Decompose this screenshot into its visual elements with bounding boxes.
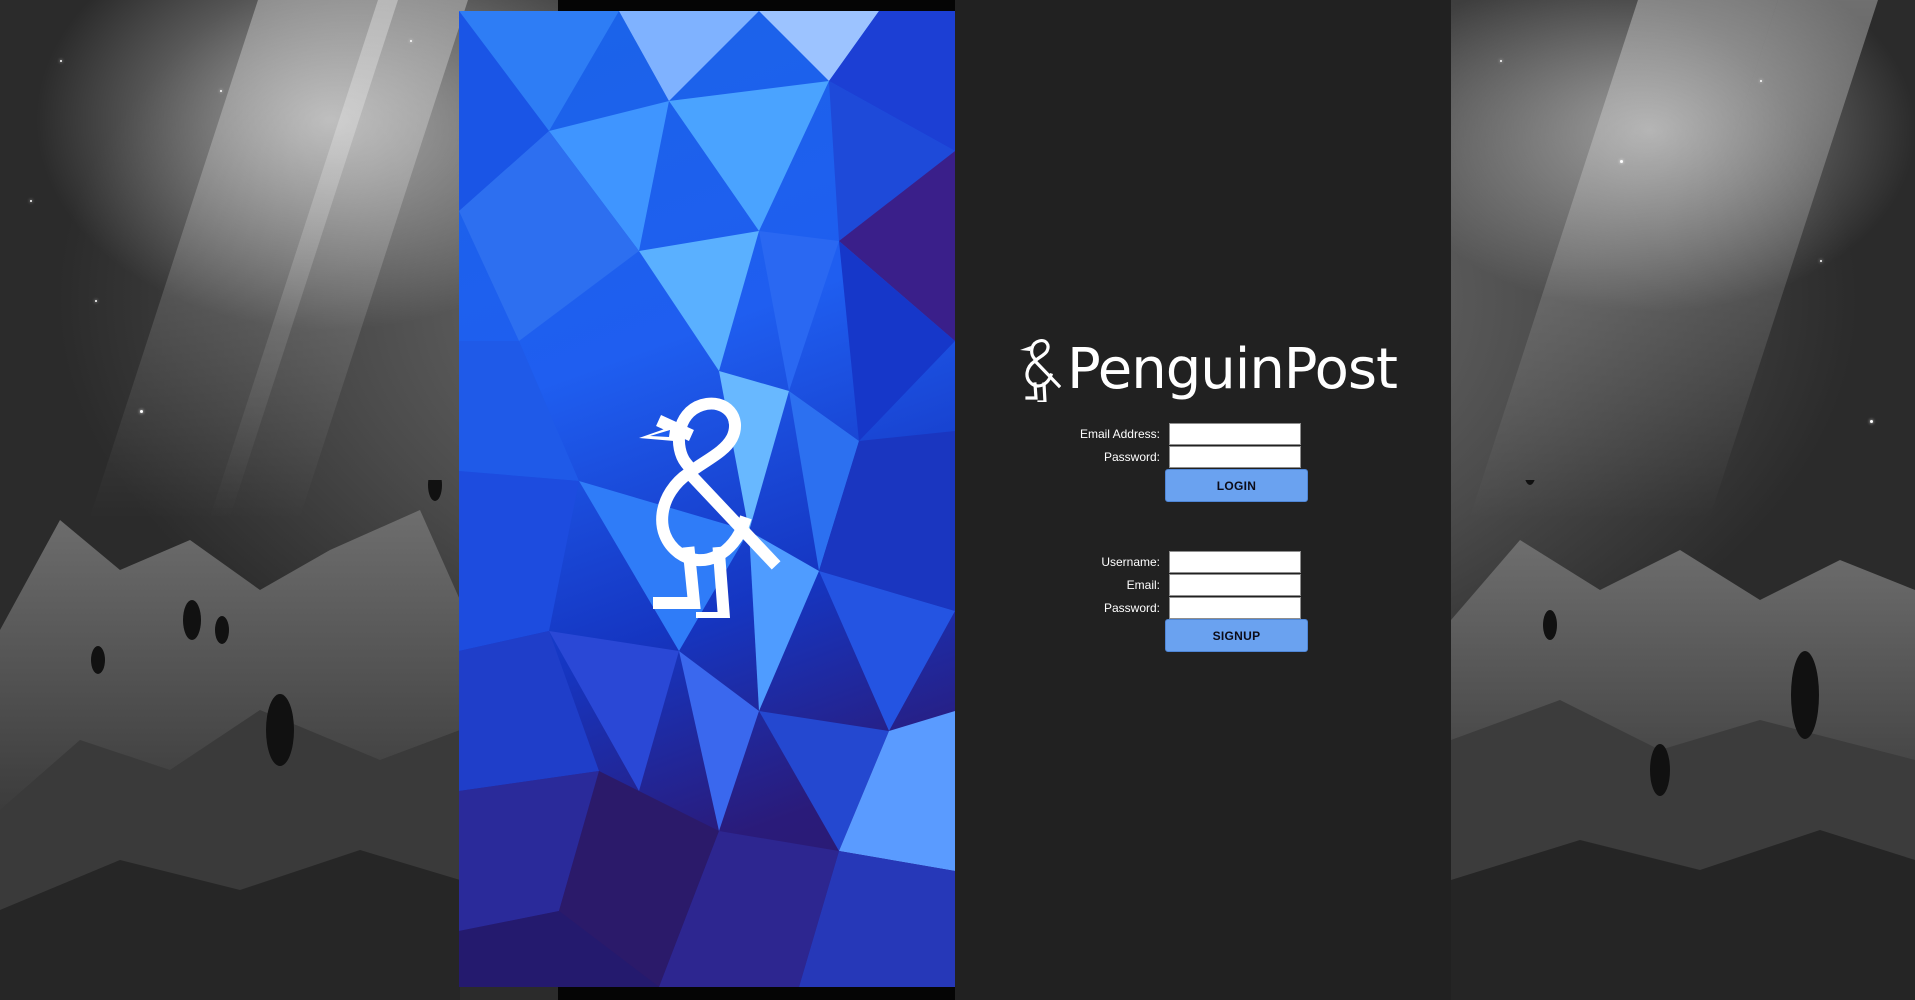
email-label: Email: [1126, 578, 1160, 592]
signup-password-input[interactable] [1169, 597, 1301, 619]
password-label: Password: [1103, 601, 1160, 615]
brand-logo: PenguinPost [1019, 337, 1398, 402]
penguin-ampersand-icon [1020, 339, 1061, 402]
email-address-label: Email Address: [1079, 427, 1160, 441]
login-button[interactable]: LOGIN [1165, 469, 1308, 502]
signup-email-input[interactable] [1169, 574, 1301, 596]
username-label: Username: [1101, 555, 1160, 569]
login-email-input[interactable] [1169, 423, 1301, 445]
signup-username-row: Username: [1019, 551, 1379, 573]
center-stage: PenguinPost Email Address: Password: LOG… [459, 0, 1451, 1000]
password-label: Password: [1103, 450, 1160, 464]
login-password-input[interactable] [1169, 446, 1301, 468]
signup-email-row: Email: [1019, 574, 1379, 596]
art-panel [459, 11, 955, 987]
login-password-row: Password: [1019, 446, 1379, 468]
signup-username-input[interactable] [1169, 551, 1301, 573]
penguin-ampersand-icon [639, 397, 781, 618]
signup-password-row: Password: [1019, 597, 1379, 619]
login-email-row: Email Address: [1019, 423, 1379, 445]
signup-button[interactable]: SIGNUP [1165, 619, 1308, 652]
brand-name: PenguinPost [1067, 337, 1398, 402]
